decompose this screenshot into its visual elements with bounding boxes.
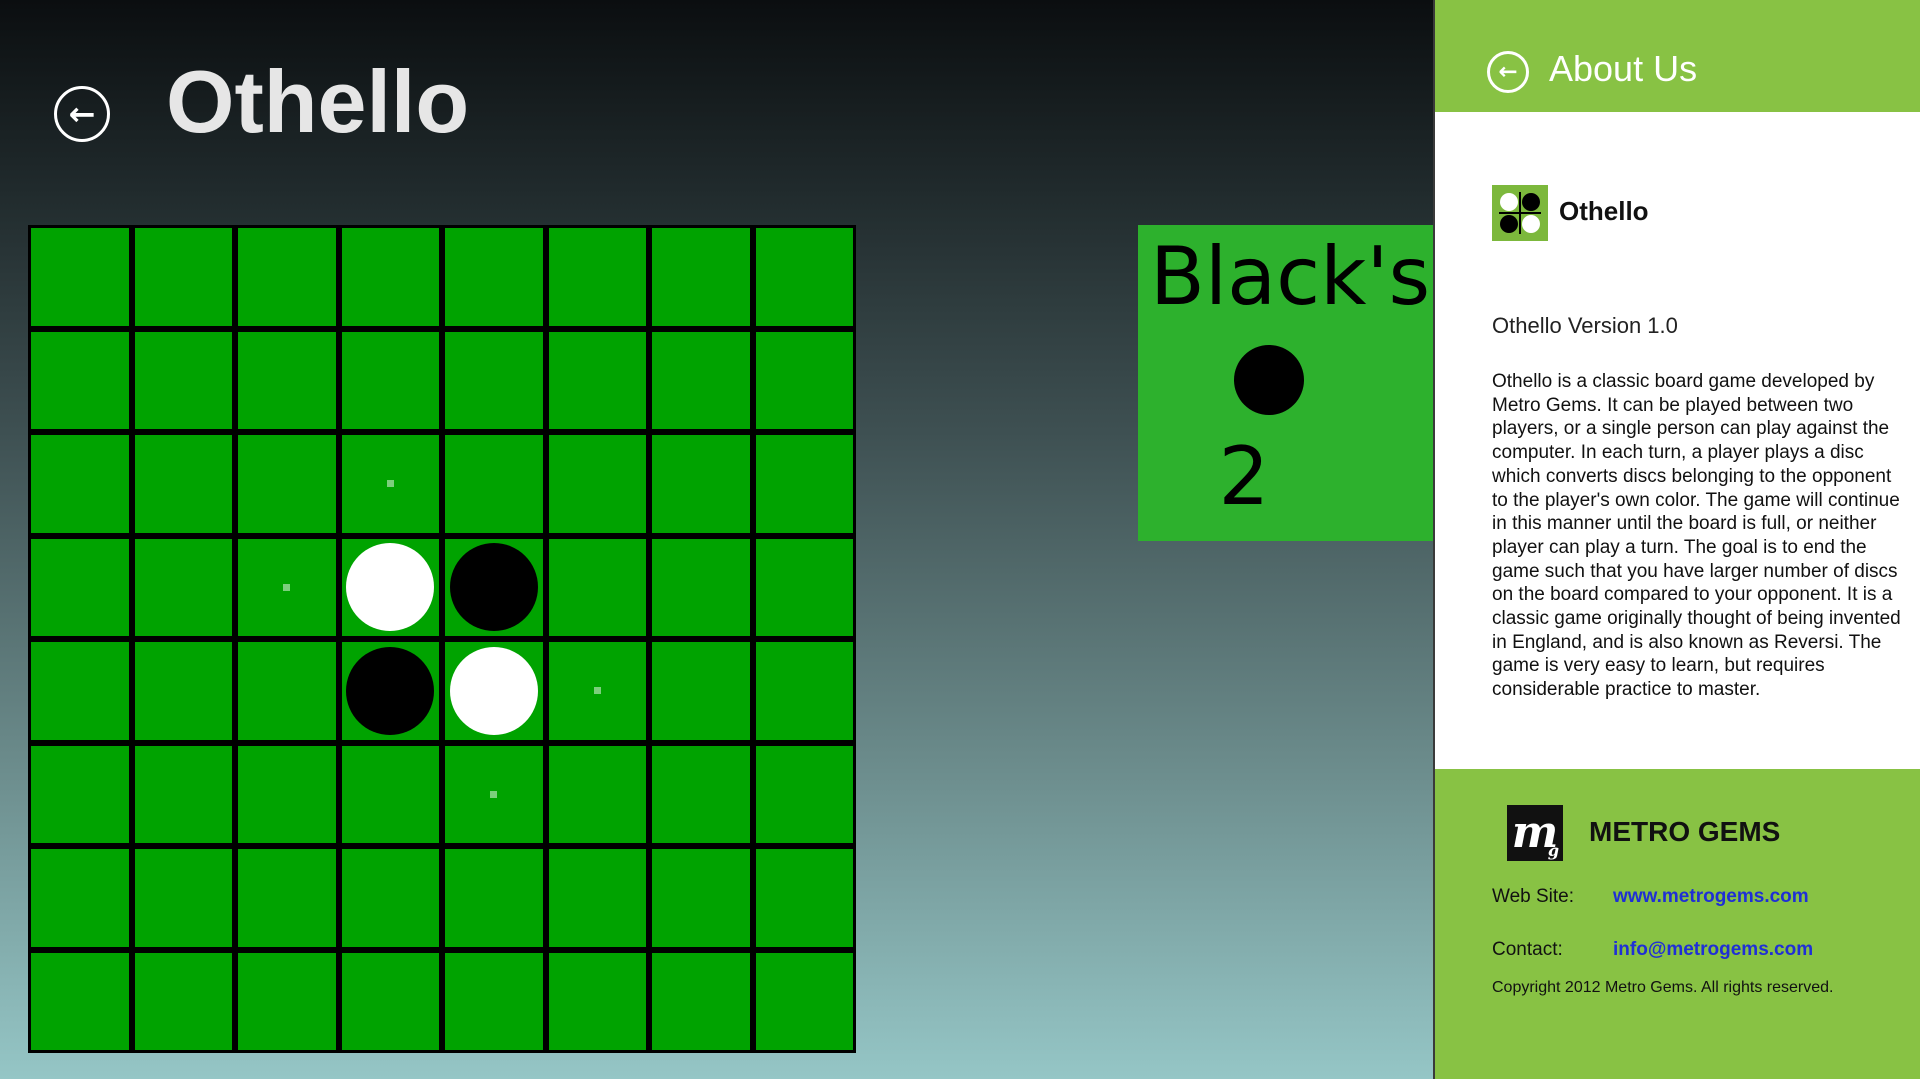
website-link[interactable]: www.metrogems.com (1613, 886, 1809, 909)
board-cell[interactable] (238, 849, 336, 947)
board-cell[interactable] (341, 849, 439, 947)
arrow-left-icon: ← (1498, 58, 1518, 85)
app-version: Othello Version 1.0 (1492, 313, 1678, 338)
flyout-back-button[interactable]: ← (1487, 51, 1529, 93)
board-cell[interactable] (755, 435, 853, 533)
black-disc-indicator (1234, 345, 1304, 415)
app-description: Othello is a classic board game develope… (1492, 371, 1901, 701)
board-cell[interactable] (652, 538, 750, 636)
turn-panel: Black's Turn 2 (1138, 225, 1438, 541)
board-cell[interactable] (238, 745, 336, 843)
flyout-footer: mg METRO GEMS Web Site: www.metrogems.co… (1435, 769, 1920, 1079)
white-disc (449, 646, 538, 735)
back-button[interactable]: ← (54, 86, 110, 142)
board-cell[interactable] (31, 745, 129, 843)
board-cell[interactable] (238, 538, 336, 636)
contact-label: Contact: (1492, 939, 1563, 960)
game-board (28, 225, 856, 1053)
black-disc (346, 646, 435, 735)
board-cell[interactable] (652, 435, 750, 533)
copyright: Copyright 2012 Metro Gems. All rights re… (1492, 979, 1834, 996)
board-cell[interactable] (755, 642, 853, 740)
board-cell[interactable] (445, 331, 543, 429)
board-cell[interactable] (31, 952, 129, 1050)
board-cell[interactable] (341, 745, 439, 843)
board-cell[interactable] (755, 538, 853, 636)
board-cell[interactable] (134, 642, 232, 740)
board-cell[interactable] (341, 952, 439, 1050)
board-cell[interactable] (134, 331, 232, 429)
board-cell[interactable] (31, 435, 129, 533)
othello-app-icon (1492, 185, 1548, 241)
board-cell[interactable] (548, 849, 646, 947)
arrow-left-icon: ← (68, 95, 96, 133)
board-cell[interactable] (445, 435, 543, 533)
board-cell[interactable] (548, 642, 646, 740)
board-cell[interactable] (445, 538, 543, 636)
board-cell[interactable] (341, 642, 439, 740)
valid-move-marker (593, 687, 601, 695)
board-cell[interactable] (755, 228, 853, 326)
board-cell[interactable] (548, 952, 646, 1050)
flyout-title: About Us (1549, 48, 1698, 89)
board-cell[interactable] (31, 849, 129, 947)
board-cell[interactable] (31, 642, 129, 740)
board-cell[interactable] (445, 952, 543, 1050)
website-label: Web Site: (1492, 886, 1575, 907)
board-cell[interactable] (652, 228, 750, 326)
contact-link[interactable]: info@metrogems.com (1613, 939, 1813, 962)
about-flyout: ← About Us Othello Othello Version 1.0 O… (1433, 0, 1920, 1079)
turn-label: Black's Turn (1150, 230, 1438, 323)
board-cell[interactable] (652, 745, 750, 843)
board-cell[interactable] (445, 745, 543, 843)
valid-move-marker (490, 790, 498, 798)
valid-move-marker (283, 583, 291, 591)
board-cell[interactable] (445, 228, 543, 326)
board-cell[interactable] (548, 435, 646, 533)
board-cell[interactable] (755, 849, 853, 947)
board-cell[interactable] (548, 228, 646, 326)
board-cell[interactable] (31, 228, 129, 326)
black-disc (449, 543, 538, 632)
board-cell[interactable] (238, 642, 336, 740)
board-cell[interactable] (134, 538, 232, 636)
board-cell[interactable] (548, 331, 646, 429)
board-cell[interactable] (445, 642, 543, 740)
app-name: Othello (1559, 196, 1649, 226)
board-cell[interactable] (652, 952, 750, 1050)
metro-gems-logo: mg (1507, 805, 1563, 861)
board-cell[interactable] (31, 331, 129, 429)
board-cell[interactable] (341, 435, 439, 533)
valid-move-marker (386, 480, 394, 488)
board-cell[interactable] (134, 952, 232, 1050)
board-cell[interactable] (755, 745, 853, 843)
company-name: METRO GEMS (1589, 816, 1781, 847)
flyout-header: ← About Us (1435, 0, 1920, 112)
board-cell[interactable] (31, 538, 129, 636)
board-cell[interactable] (755, 952, 853, 1050)
board-cell[interactable] (652, 849, 750, 947)
board-cell[interactable] (341, 538, 439, 636)
board-cell[interactable] (134, 228, 232, 326)
board-cell[interactable] (755, 331, 853, 429)
board-cell[interactable] (134, 849, 232, 947)
page-title: Othello (166, 52, 470, 151)
white-disc (346, 543, 435, 632)
board-cell[interactable] (238, 228, 336, 326)
board-cell[interactable] (652, 331, 750, 429)
board-cell[interactable] (445, 849, 543, 947)
board-cell[interactable] (341, 228, 439, 326)
disc-count: 2 (1218, 430, 1270, 523)
board-cell[interactable] (238, 331, 336, 429)
board-cell[interactable] (652, 642, 750, 740)
board-cell[interactable] (134, 435, 232, 533)
board-cell[interactable] (238, 435, 336, 533)
board-cell[interactable] (548, 538, 646, 636)
board-cell[interactable] (238, 952, 336, 1050)
board-cell[interactable] (548, 745, 646, 843)
board-cell[interactable] (341, 331, 439, 429)
board-cell[interactable] (134, 745, 232, 843)
